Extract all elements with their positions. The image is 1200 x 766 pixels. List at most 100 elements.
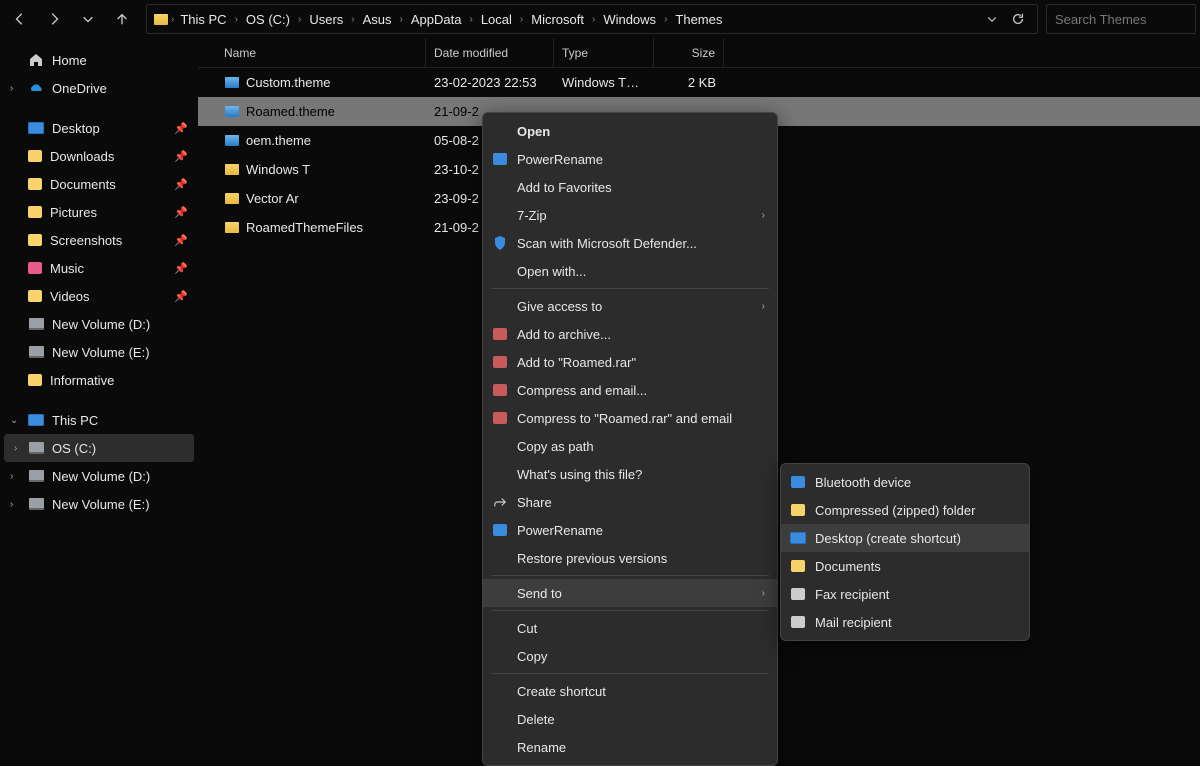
sidebar-item-desktop[interactable]: Desktop📌	[0, 114, 198, 142]
blank-icon	[491, 682, 509, 700]
context-delete[interactable]: Delete	[483, 705, 777, 733]
chevron-right-icon: ›	[398, 14, 405, 25]
sidebar-item-pictures[interactable]: Pictures📌	[0, 198, 198, 226]
context-cut[interactable]: Cut	[483, 614, 777, 642]
breadcrumb-segment[interactable]: AppData	[407, 10, 466, 29]
column-size[interactable]: Size	[654, 38, 724, 67]
refresh-button[interactable]	[1005, 6, 1031, 32]
breadcrumb-segment[interactable]: This PC	[176, 10, 230, 29]
context-menu: OpenPowerRenameAdd to Favorites7-Zip›Sca…	[482, 112, 778, 766]
sidebar-item-os-c-[interactable]: › OS (C:)	[4, 434, 194, 462]
sendto-compressed-zipped-folder[interactable]: Compressed (zipped) folder	[781, 496, 1029, 524]
sendto-bluetooth-device[interactable]: Bluetooth device	[781, 468, 1029, 496]
file-row[interactable]: Custom.theme23-02-2023 22:53Windows Them…	[198, 68, 1200, 97]
chevron-icon[interactable]: ›	[10, 83, 13, 94]
breadcrumb-segment[interactable]: Microsoft	[527, 10, 588, 29]
forward-button[interactable]	[38, 3, 70, 35]
context-what-s-using-this-file-[interactable]: What's using this file?	[483, 460, 777, 488]
context-item-label: Cut	[517, 621, 765, 636]
rar-icon	[491, 325, 509, 343]
sendto-submenu: Bluetooth deviceCompressed (zipped) fold…	[780, 463, 1030, 641]
sidebar-item-new-volume-e-[interactable]: New Volume (E:)	[0, 338, 198, 366]
file-name: Windows T	[246, 162, 310, 177]
sidebar-item-new-volume-d-[interactable]: ›New Volume (D:)	[0, 462, 198, 490]
context-7-zip[interactable]: 7-Zip›	[483, 201, 777, 229]
context-copy-as-path[interactable]: Copy as path	[483, 432, 777, 460]
address-bar[interactable]: › This PC›OS (C:)›Users›Asus›AppData›Loc…	[146, 4, 1038, 34]
context-create-shortcut[interactable]: Create shortcut	[483, 677, 777, 705]
context-powerrename[interactable]: PowerRename	[483, 516, 777, 544]
context-share[interactable]: Share	[483, 488, 777, 516]
chevron-icon[interactable]: ›	[10, 499, 13, 510]
back-button[interactable]	[4, 3, 36, 35]
sidebar-item-videos[interactable]: Videos📌	[0, 282, 198, 310]
breadcrumb-segment[interactable]: Windows	[599, 10, 660, 29]
column-type[interactable]: Type	[554, 38, 654, 67]
column-date[interactable]: Date modified	[426, 38, 554, 67]
sidebar-item-onedrive[interactable]: ›OneDrive	[0, 74, 198, 102]
sidebar-item-screenshots[interactable]: Screenshots📌	[0, 226, 198, 254]
context-powerrename[interactable]: PowerRename	[483, 145, 777, 173]
sidebar-item-informative[interactable]: Informative	[0, 366, 198, 394]
chevron-icon[interactable]: ⌄	[10, 415, 18, 426]
sendto-documents[interactable]: Documents	[781, 552, 1029, 580]
breadcrumb: This PC›OS (C:)›Users›Asus›AppData›Local…	[176, 10, 979, 29]
pin-icon: 📌	[174, 178, 188, 191]
sidebar-item-home[interactable]: Home	[0, 46, 198, 74]
sidebar-item-new-volume-e-[interactable]: ›New Volume (E:)	[0, 490, 198, 518]
sidebar-item-new-volume-d-[interactable]: New Volume (D:)	[0, 310, 198, 338]
context-restore-previous-versions[interactable]: Restore previous versions	[483, 544, 777, 572]
menu-separator	[491, 610, 769, 611]
defender-icon	[492, 235, 508, 251]
column-name[interactable]: Name	[216, 38, 426, 67]
sidebar-item-this-pc[interactable]: ⌄This PC	[0, 406, 198, 434]
context-compress-to-roamed-rar-and-email[interactable]: Compress to "Roamed.rar" and email	[483, 404, 777, 432]
sendto-mail-recipient[interactable]: Mail recipient	[781, 608, 1029, 636]
sidebar-item-documents[interactable]: Documents📌	[0, 170, 198, 198]
context-item-label: PowerRename	[517, 523, 765, 538]
powerrename-icon	[493, 153, 507, 165]
sendto-desktop-create-shortcut-[interactable]: Desktop (create shortcut)	[781, 524, 1029, 552]
breadcrumb-segment[interactable]: Asus	[359, 10, 396, 29]
context-add-to-archive-[interactable]: Add to archive...	[483, 320, 777, 348]
chevron-right-icon: ›	[233, 14, 240, 25]
up-button[interactable]	[106, 3, 138, 35]
context-scan-with-microsoft-defender-[interactable]: Scan with Microsoft Defender...	[483, 229, 777, 257]
sendto-item-label: Fax recipient	[815, 587, 1017, 602]
folder-icon	[224, 220, 240, 236]
chevron-icon[interactable]: ›	[10, 471, 13, 482]
context-item-label: Restore previous versions	[517, 551, 765, 566]
sidebar-item-downloads[interactable]: Downloads📌	[0, 142, 198, 170]
context-open-with-[interactable]: Open with...	[483, 257, 777, 285]
recent-dropdown[interactable]	[72, 3, 104, 35]
pin-icon: 📌	[174, 262, 188, 275]
blank-icon	[491, 647, 509, 665]
sidebar-item-music[interactable]: Music 📌	[0, 254, 198, 282]
sidebar-item-label: Music	[50, 261, 84, 276]
desktop-icon	[790, 530, 806, 546]
sidebar-item-label: Screenshots	[50, 233, 122, 248]
chevron-icon[interactable]: ›	[14, 443, 17, 454]
submenu-arrow-icon: ›	[762, 210, 765, 221]
breadcrumb-segment[interactable]: Users	[305, 10, 347, 29]
context-add-to-roamed-rar-[interactable]: Add to "Roamed.rar"	[483, 348, 777, 376]
context-send-to[interactable]: Send to›	[483, 579, 777, 607]
breadcrumb-segment[interactable]: Local	[477, 10, 516, 29]
share-icon	[491, 493, 509, 511]
folder-icon	[224, 162, 240, 178]
context-compress-and-email-[interactable]: Compress and email...	[483, 376, 777, 404]
breadcrumb-segment[interactable]: OS (C:)	[242, 10, 294, 29]
search-input[interactable]: Search Themes	[1046, 4, 1196, 34]
context-open[interactable]: Open	[483, 117, 777, 145]
disk-icon	[28, 468, 44, 484]
onedrive-icon	[28, 80, 44, 96]
sendto-fax-recipient[interactable]: Fax recipient	[781, 580, 1029, 608]
breadcrumb-segment[interactable]: Themes	[671, 10, 726, 29]
context-copy[interactable]: Copy	[483, 642, 777, 670]
context-add-to-favorites[interactable]: Add to Favorites	[483, 173, 777, 201]
sidebar-item-label: OS (C:)	[52, 441, 96, 456]
blank-icon	[491, 584, 509, 602]
address-dropdown[interactable]	[979, 6, 1005, 32]
context-give-access-to[interactable]: Give access to›	[483, 292, 777, 320]
context-rename[interactable]: Rename	[483, 733, 777, 761]
